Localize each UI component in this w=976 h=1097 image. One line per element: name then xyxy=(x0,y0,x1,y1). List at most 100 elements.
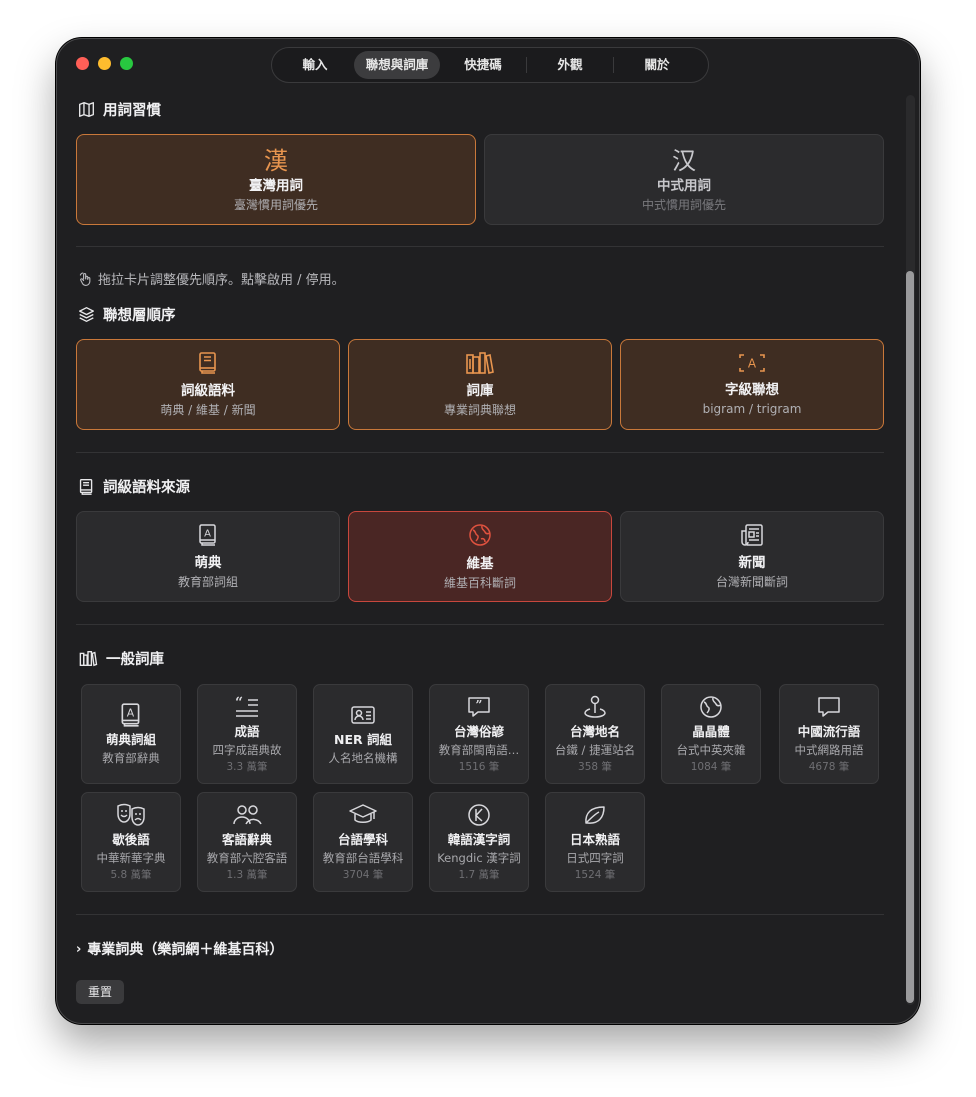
layer-card-sub: 萌典 / 維基 / 新聞 xyxy=(160,402,256,417)
professional-dict-expander[interactable]: › 專業詞典（樂詞網＋維基百科） xyxy=(76,939,283,959)
dict-card-title: 韓語漢字詞 xyxy=(447,831,511,847)
dict-card-china-slang[interactable]: 中國流行語 中式網路用語 4678 筆 xyxy=(779,684,879,784)
dict-card-sub: 教育部六腔客語 xyxy=(206,850,288,865)
dict-card-taiwan-places[interactable]: 台灣地名 台鐵 / 捷運站名 358 筆 xyxy=(545,684,645,784)
dict-card-title: 歇後語 xyxy=(112,831,150,847)
dict-card-title: 中國流行語 xyxy=(797,723,861,739)
dict-card-hakka[interactable]: 客語辭典 教育部六腔客語 1.3 萬筆 xyxy=(197,792,297,892)
dict-card-title: 台灣地名 xyxy=(569,723,620,739)
layer-card-dictionaries[interactable]: 詞庫 專業詞典聯想 xyxy=(348,339,612,430)
svg-text:A: A xyxy=(204,528,211,539)
dict-card-sub: 中式網路用語 xyxy=(794,742,864,757)
section-divider xyxy=(76,452,884,453)
dict-card-ner[interactable]: NER 詞組 人名地名機構 xyxy=(313,684,413,784)
layer-card-title: 詞庫 xyxy=(466,382,494,399)
map-pin-icon xyxy=(584,695,606,718)
dict-card-count: 3704 筆 xyxy=(342,868,384,881)
dict-card-count: 1084 筆 xyxy=(690,760,732,773)
usage-option-title: 中式用詞 xyxy=(657,177,711,194)
k-circle-icon xyxy=(468,803,490,826)
dict-card-count: 358 筆 xyxy=(578,760,612,773)
layer-card-title: 字級聯想 xyxy=(725,381,779,398)
dict-card-count: 5.8 萬筆 xyxy=(110,868,152,881)
dict-card-count: 1516 筆 xyxy=(458,760,500,773)
books-icon xyxy=(466,351,494,374)
dict-card-taigi-academic[interactable]: 台語學科 教育部台語學科 3704 筆 xyxy=(313,792,413,892)
character-box-icon: A xyxy=(739,353,765,372)
source-card-sub: 維基百科斷詞 xyxy=(443,575,516,590)
layers-section-title: 聯想層順序 xyxy=(78,304,176,325)
dict-card-title: 晶晶體 xyxy=(692,723,730,739)
dict-card-count: 4678 筆 xyxy=(808,760,850,773)
dict-card-sub: 人名地名機構 xyxy=(328,750,398,765)
graduation-cap-icon xyxy=(349,803,377,823)
dict-card-sub: 台式中英夾雜 xyxy=(676,742,746,757)
section-divider xyxy=(76,246,884,247)
usage-option-sub: 臺灣慣用詞優先 xyxy=(233,197,318,212)
source-card-moedict[interactable]: A 萌典 教育部詞組 xyxy=(76,511,340,602)
chat-bubble-icon xyxy=(818,696,840,717)
dict-card-sub: 教育部閩南語… xyxy=(438,742,520,757)
dict-card-xiehouyu[interactable]: 歇後語 中華新華字典 5.8 萬筆 xyxy=(81,792,181,892)
chevron-right-icon: › xyxy=(76,941,82,957)
layer-card-sub: bigram / trigram xyxy=(702,401,802,416)
people-icon xyxy=(233,804,262,824)
quote-icon: “ xyxy=(235,695,258,717)
dict-card-count: 1.3 萬筆 xyxy=(226,868,268,881)
usage-option-taiwan[interactable]: 漢 臺灣用詞 臺灣慣用詞優先 xyxy=(76,134,476,225)
dictionary-icon: A xyxy=(199,523,216,546)
dict-card-count: 1.7 萬筆 xyxy=(458,868,500,881)
settings-content: 用詞習慣 漢 臺灣用詞 臺灣慣用詞優先 汉 中式用詞 中式慣用詞優先 拖拉卡片調… xyxy=(57,39,919,1023)
usage-option-sub: 中式慣用詞優先 xyxy=(641,197,726,212)
dict-card-japanese-idioms[interactable]: 日本熟語 日式四字詞 1524 筆 xyxy=(545,792,645,892)
dict-card-title: 客語辭典 xyxy=(221,831,272,847)
layer-card-sub: 專業詞典聯想 xyxy=(443,402,516,417)
book-icon xyxy=(199,351,216,374)
layer-card-title: 詞級語料 xyxy=(181,382,235,399)
speech-quote-icon: ” xyxy=(468,696,490,717)
dict-card-sub: Kengdic 漢字詞 xyxy=(437,850,521,865)
sources-section-title: 詞級語料來源 xyxy=(78,476,190,497)
source-card-title: 新聞 xyxy=(738,554,766,571)
settings-window: 輸入 聯想與詞庫 快捷碼 外觀 關於 用詞習慣 漢 臺灣用詞 臺灣慣用詞優先 汉… xyxy=(56,38,920,1024)
layer-card-char-suggestions[interactable]: A 字級聯想 bigram / trigram xyxy=(620,339,884,430)
svg-text:A: A xyxy=(127,706,135,719)
drag-hint-text: 拖拉卡片調整優先順序。點擊啟用 / 停用。 xyxy=(98,273,345,288)
dict-card-title: 台灣俗諺 xyxy=(453,723,504,739)
dictionary-icon: A xyxy=(121,702,140,727)
source-card-sub: 台灣新聞斷詞 xyxy=(715,574,788,589)
dict-card-title: 台語學科 xyxy=(337,831,388,847)
dict-card-sub: 教育部辭典 xyxy=(102,750,160,765)
reset-button[interactable]: 重置 xyxy=(76,980,125,1004)
dict-card-idioms[interactable]: “ 成語 四字成語典故 3.3 萬筆 xyxy=(197,684,297,784)
source-card-news[interactable]: 新聞 台灣新聞斷詞 xyxy=(620,511,884,602)
dict-card-taiwan-proverbs[interactable]: ” 台灣俗諺 教育部閩南語… 1516 筆 xyxy=(429,684,529,784)
scrollbar-thumb[interactable] xyxy=(906,271,914,1003)
usage-option-china[interactable]: 汉 中式用詞 中式慣用詞優先 xyxy=(484,134,884,225)
dict-card-title: 成語 xyxy=(234,723,260,739)
source-card-wikipedia[interactable]: 維基 維基百科斷詞 xyxy=(348,511,612,602)
drag-hint: 拖拉卡片調整優先順序。點擊啟用 / 停用。 xyxy=(78,269,345,288)
dict-card-moedict-phrases[interactable]: A 萌典詞組 教育部辭典 xyxy=(81,684,181,784)
usage-section-title: 用詞習慣 xyxy=(78,99,161,120)
dict-card-korean-hanja[interactable]: 韓語漢字詞 Kengdic 漢字詞 1.7 萬筆 xyxy=(429,792,529,892)
usage-option-title: 臺灣用詞 xyxy=(249,177,303,194)
general-section-label: 一般詞庫 xyxy=(106,652,164,668)
dict-card-sub: 中華新華字典 xyxy=(96,850,166,865)
drag-hand-icon xyxy=(79,271,91,286)
sources-section-label: 詞級語料來源 xyxy=(103,480,190,496)
section-divider xyxy=(76,914,884,915)
id-card-icon xyxy=(351,705,375,724)
leaf-icon xyxy=(585,805,605,824)
globe-icon xyxy=(469,523,491,546)
dict-card-jingjing[interactable]: 晶晶體 台式中英夾雜 1084 筆 xyxy=(661,684,761,784)
layer-card-word-corpus[interactable]: 詞級語料 萌典 / 維基 / 新聞 xyxy=(76,339,340,430)
usage-glyph: 汉 xyxy=(672,146,696,175)
dict-card-count: 3.3 萬筆 xyxy=(226,760,268,773)
globe-icon xyxy=(700,695,722,718)
newspaper-icon xyxy=(741,523,763,546)
source-card-sub: 教育部詞組 xyxy=(177,574,238,589)
dict-card-title: 日本熟語 xyxy=(569,831,620,847)
svg-text:A: A xyxy=(748,356,757,370)
book-icon xyxy=(79,479,93,495)
